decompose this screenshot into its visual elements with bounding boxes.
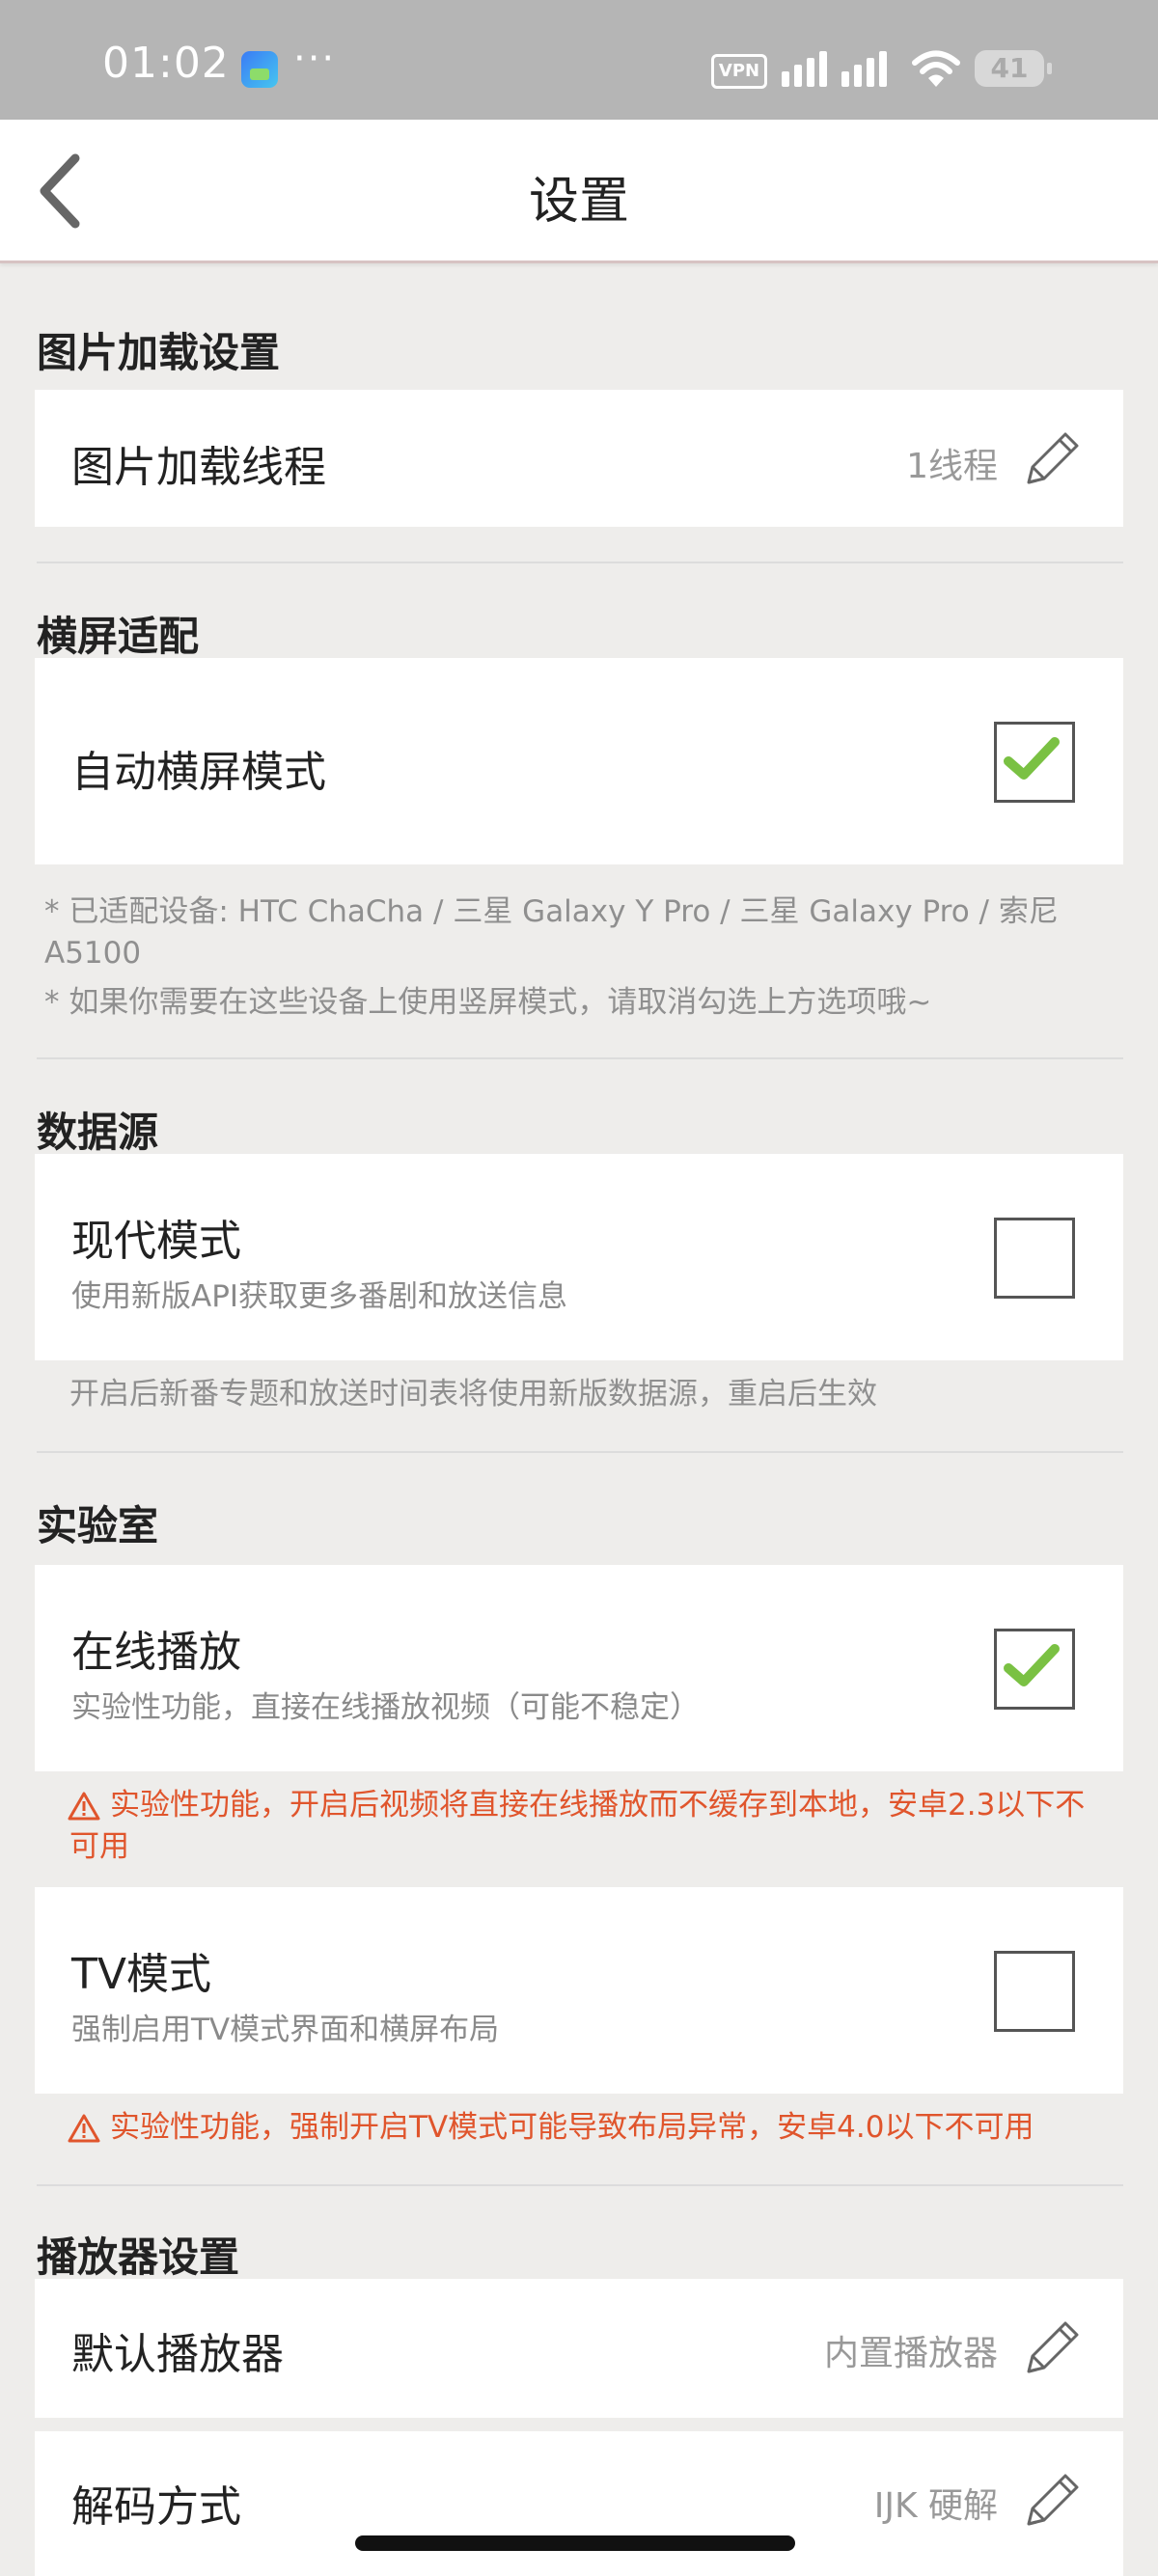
vpn-icon: VPN [711,54,767,89]
modern-mode-label: 现代模式 [71,1217,241,1266]
image-threads-value: 1线程 [906,447,998,486]
checkmark-icon [1004,737,1060,780]
app-header: 设置 [0,120,1158,263]
tv-mode-subtitle: 强制启用TV模式界面和横屏布局 [71,2013,500,2047]
edit-pencil-icon[interactable] [1021,426,1085,490]
data-source-note: 开启后新番专题和放送时间表将使用新版数据源，重启后生效 [69,1377,877,1411]
divider [37,562,1123,563]
auto-landscape-row[interactable]: 自动横屏模式 [35,658,1123,864]
decoder-row[interactable]: 解码方式 IJK 硬解 [35,2431,1123,2576]
section-title-lab: 实验室 [37,1502,159,1549]
online-play-warning: 实验性功能，开启后视频将直接在线播放而不缓存到本地，安卓2.3以下不可用 [69,1788,1086,1864]
section-title-data-source: 数据源 [37,1109,159,1156]
modern-mode-checkbox[interactable] [994,1218,1075,1299]
app-notification-icon [241,51,278,88]
edit-pencil-icon[interactable] [1021,2316,1085,2379]
tv-mode-checkbox[interactable] [994,1951,1075,2032]
more-notifications-icon: ··· [293,37,337,81]
decoder-value: IJK 硬解 [873,2486,998,2526]
battery-icon: 41 [975,50,1052,87]
tv-mode-warning: 实验性功能，强制开启TV模式可能导致布局异常，安卓4.0以下不可用 [110,2110,1034,2145]
modern-mode-row[interactable]: 现代模式 使用新版API获取更多番剧和放送信息 [35,1154,1123,1360]
auto-landscape-checkbox[interactable] [994,722,1075,803]
status-time: 01:02 [102,39,230,88]
section-title-image-loading: 图片加载设置 [37,329,281,376]
image-threads-label: 图片加载线程 [71,443,326,492]
online-play-checkbox[interactable] [994,1629,1075,1710]
default-player-value: 内置播放器 [823,2334,998,2373]
wifi-icon [912,50,960,87]
default-player-label: 默认播放器 [71,2330,284,2379]
divider [37,1451,1123,1453]
divider [37,1057,1123,1059]
tv-mode-row[interactable]: TV模式 强制启用TV模式界面和横屏布局 [35,1887,1123,2094]
default-player-row[interactable]: 默认播放器 内置播放器 [35,2279,1123,2418]
checkmark-icon [1004,1644,1060,1686]
decoder-label: 解码方式 [71,2482,241,2532]
section-title-player: 播放器设置 [37,2233,240,2281]
section-title-landscape: 横屏适配 [37,613,200,660]
edit-pencil-icon[interactable] [1021,2468,1085,2532]
tv-mode-label: TV模式 [71,1950,211,1999]
online-play-label: 在线播放 [71,1628,241,1677]
page-title: 设置 [528,173,629,231]
divider [37,2184,1123,2186]
signal-icon [782,51,887,87]
status-bar: 01:02 ··· VPN 41 [0,0,1158,120]
online-play-row[interactable]: 在线播放 实验性功能，直接在线播放视频（可能不稳定） [35,1565,1123,1771]
home-indicator[interactable] [355,2535,795,2551]
image-threads-row[interactable]: 图片加载线程 1线程 [35,390,1123,527]
modern-mode-subtitle: 使用新版API获取更多番剧和放送信息 [71,1279,568,1314]
landscape-note-devices: * 已适配设备: HTC ChaCha / 三星 Galaxy Y Pro / … [44,894,1059,971]
online-play-subtitle: 实验性功能，直接在线播放视频（可能不稳定） [71,1690,700,1725]
auto-landscape-label: 自动横屏模式 [71,748,326,797]
landscape-note-portrait: * 如果你需要在这些设备上使用竖屏模式，请取消勾选上方选项哦~ [44,985,932,1020]
